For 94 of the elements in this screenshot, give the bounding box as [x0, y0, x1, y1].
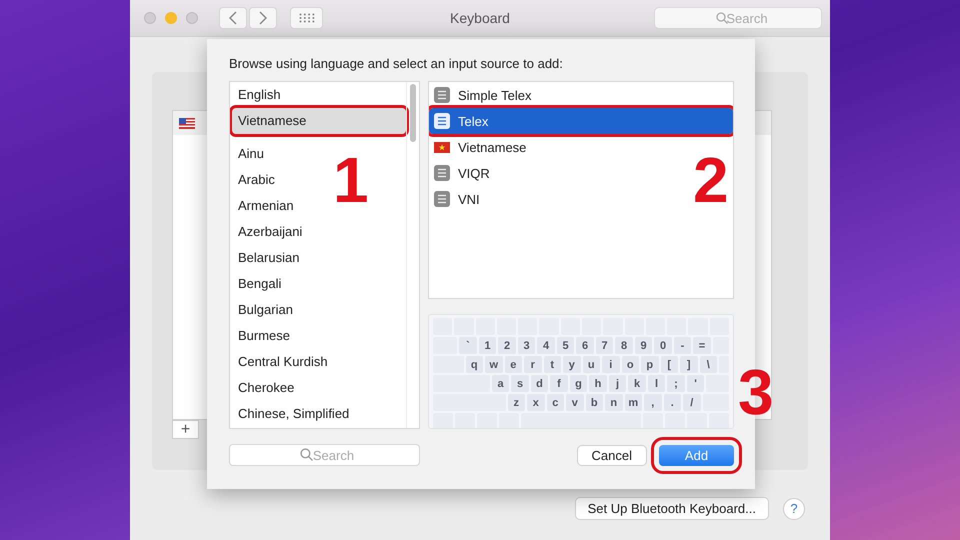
keyboard-key: c — [546, 394, 564, 411]
keyboard-key: i — [602, 356, 620, 373]
minimize-button[interactable] — [165, 12, 177, 24]
keyboard-key: o — [622, 356, 639, 373]
language-item[interactable]: Bulgarian — [232, 297, 301, 323]
keyboard-key: k — [628, 375, 646, 392]
keyboard-key: 6 — [576, 337, 594, 354]
keyboard-key: \ — [700, 356, 717, 373]
keyboard-key: 0 — [654, 337, 672, 354]
keyboard-key: x — [527, 394, 544, 411]
keyboard-key: z — [508, 394, 525, 411]
keyboard-key: 1 — [478, 337, 496, 354]
language-search-field[interactable]: Search — [229, 444, 420, 466]
input-source-item[interactable]: Vietnamese — [429, 134, 534, 160]
input-source-item[interactable]: VIQR — [429, 160, 498, 186]
input-source-icon — [434, 165, 450, 181]
keyboard-key: m — [624, 394, 642, 411]
keyboard-key: 7 — [596, 337, 614, 354]
cancel-button[interactable]: Cancel — [576, 444, 647, 466]
keyboard-key: ; — [667, 375, 685, 392]
grid-icon — [298, 13, 314, 23]
language-item[interactable]: Burmese — [232, 323, 298, 349]
flag-icon — [434, 142, 450, 152]
language-item[interactable]: Chinese, Simplified — [232, 401, 358, 427]
keyboard-key: , — [644, 394, 662, 411]
keyboard-key: f — [550, 375, 568, 392]
keyboard-key: / — [683, 394, 700, 411]
bluetooth-keyboard-button[interactable]: Set Up Bluetooth Keyboard... — [574, 497, 769, 520]
input-source-icon — [434, 113, 450, 129]
keyboard-key: w — [485, 356, 502, 373]
language-item[interactable]: Ainu — [232, 141, 272, 167]
keyboard-key: n — [605, 394, 622, 411]
keyboard-key: 3 — [518, 337, 536, 354]
step-number: 3 — [738, 360, 774, 424]
keyboard-key: 5 — [556, 337, 574, 354]
language-item[interactable]: Azerbaijani — [232, 219, 310, 245]
keyboard-key: r — [524, 356, 542, 373]
language-item[interactable]: Belarusian — [232, 245, 308, 271]
keyboard-key: d — [530, 375, 548, 392]
scrollbar-thumb[interactable] — [410, 84, 416, 142]
close-button[interactable] — [144, 12, 156, 24]
step-number: 1 — [333, 148, 369, 212]
language-item[interactable]: Vietnamese — [232, 108, 406, 134]
show-all-button[interactable] — [290, 7, 323, 29]
language-item[interactable]: Central Kurdish — [232, 349, 336, 375]
keyboard-key: v — [566, 394, 584, 411]
dialog-prompt: Browse using language and select an input source to add: — [229, 56, 564, 73]
language-item[interactable]: Armenian — [232, 193, 302, 219]
keyboard-key: g — [570, 375, 588, 392]
keyboard-key: . — [664, 394, 681, 411]
keyboard-key: 9 — [634, 337, 652, 354]
keyboard-key: ] — [680, 356, 698, 373]
keyboard-key: 2 — [498, 337, 516, 354]
language-item[interactable]: Bengali — [232, 271, 290, 297]
keyboard-key: t — [544, 356, 561, 373]
step-number: 2 — [693, 148, 729, 212]
input-source-item[interactable]: VNI — [429, 186, 488, 212]
keyboard-key: [ — [660, 356, 678, 373]
input-source-icon — [434, 87, 450, 103]
zoom-button[interactable] — [186, 12, 198, 24]
keyboard-key: ' — [686, 375, 704, 392]
input-source-icon — [434, 191, 450, 207]
keyboard-key: 4 — [537, 337, 555, 354]
keyboard-key: h — [589, 375, 607, 392]
keyboard-key: a — [492, 375, 510, 392]
keyboard-key: u — [582, 356, 600, 373]
back-button[interactable] — [219, 7, 247, 29]
flag-icon — [179, 118, 195, 128]
chevron-left-icon — [229, 11, 237, 25]
keyboard-key: s — [511, 375, 529, 392]
keyboard-key: e — [504, 356, 522, 373]
keyboard-key: = — [693, 337, 711, 354]
language-item[interactable]: Cherokee — [232, 375, 302, 401]
search-icon — [716, 12, 728, 24]
input-source-item[interactable]: Telex — [429, 108, 733, 134]
keyboard-key: - — [674, 337, 692, 354]
keyboard-key: b — [586, 394, 603, 411]
keyboard-key: j — [608, 375, 626, 392]
keyboard-key: 8 — [615, 337, 633, 354]
search-field[interactable]: Search — [654, 7, 822, 29]
chevron-right-icon — [259, 11, 267, 25]
keyboard-key: l — [648, 375, 666, 392]
language-item[interactable]: English — [232, 82, 289, 108]
language-item[interactable]: Arabic — [232, 167, 283, 193]
add-source-button[interactable]: + — [172, 420, 199, 439]
keyboard-key: p — [641, 356, 658, 373]
help-button[interactable]: ? — [783, 498, 805, 520]
window-title: Keyboard — [450, 10, 510, 26]
keyboard-key: q — [466, 356, 483, 373]
keyboard-key: y — [563, 356, 580, 373]
keyboard-key: ` — [459, 337, 477, 354]
search-icon — [300, 448, 313, 461]
forward-button[interactable] — [249, 7, 277, 29]
input-source-item[interactable]: Simple Telex — [429, 82, 540, 108]
